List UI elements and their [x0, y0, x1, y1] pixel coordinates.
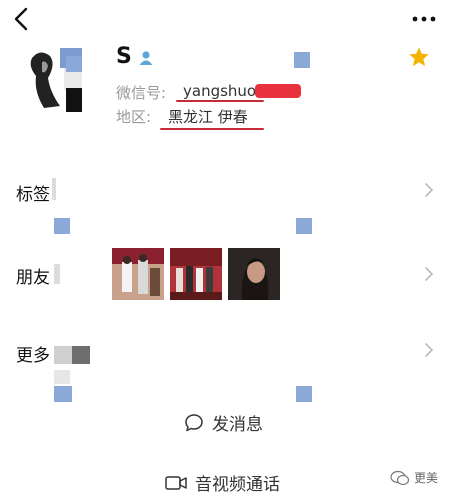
- mosaic-block: [54, 370, 70, 384]
- mosaic-block: [52, 178, 56, 200]
- send-message-label: 发消息: [212, 415, 263, 435]
- more-row-label[interactable]: 更多: [16, 341, 50, 366]
- more-icon: [412, 16, 436, 22]
- region-value: 黑龙江 伊春: [168, 108, 248, 126]
- gender-icon: [138, 50, 154, 66]
- mosaic-block: [72, 346, 90, 364]
- moments-photo[interactable]: [170, 248, 222, 300]
- mosaic-block: [54, 218, 70, 234]
- mosaic-block: [294, 52, 310, 68]
- tags-row-label[interactable]: 标签: [16, 180, 50, 205]
- wechat-id-underline: [176, 100, 264, 102]
- region-underline: [160, 128, 264, 130]
- watermark-text: 更美: [413, 471, 438, 485]
- moments-row-label[interactable]: 朋友: [16, 263, 50, 288]
- more-button[interactable]: [412, 10, 436, 22]
- wechat-id-value[interactable]: yangshuo: [183, 82, 256, 100]
- wechat-logo-icon: [390, 470, 410, 485]
- message-bubble-icon: [185, 413, 203, 431]
- mosaic-block: [54, 264, 60, 284]
- mosaic-block: [54, 386, 72, 402]
- mosaic-block: [66, 56, 82, 72]
- moments-photo[interactable]: [112, 248, 164, 300]
- watermark: 更美: [390, 469, 438, 486]
- chevron-right-icon[interactable]: [424, 182, 434, 198]
- star-button[interactable]: [408, 46, 430, 68]
- back-arrow-icon: [14, 7, 28, 31]
- chevron-right-icon[interactable]: [424, 342, 434, 358]
- send-message-button[interactable]: 发消息: [184, 410, 263, 435]
- back-button[interactable]: [10, 6, 34, 32]
- chevron-right-icon[interactable]: [424, 266, 434, 282]
- mosaic-block: [296, 386, 312, 402]
- mosaic-block: [296, 218, 312, 234]
- av-call-button[interactable]: 音视频通话: [165, 470, 280, 495]
- star-icon: [409, 47, 429, 66]
- mosaic-block: [54, 346, 72, 364]
- wechat-id-label: 微信号:: [116, 84, 167, 102]
- redaction-mark: [255, 84, 301, 98]
- av-call-label: 音视频通话: [195, 475, 280, 495]
- region-label: 地区:: [116, 108, 152, 126]
- video-camera-icon: [165, 475, 187, 490]
- contact-name: S: [116, 44, 132, 69]
- moments-photo[interactable]: [228, 248, 280, 300]
